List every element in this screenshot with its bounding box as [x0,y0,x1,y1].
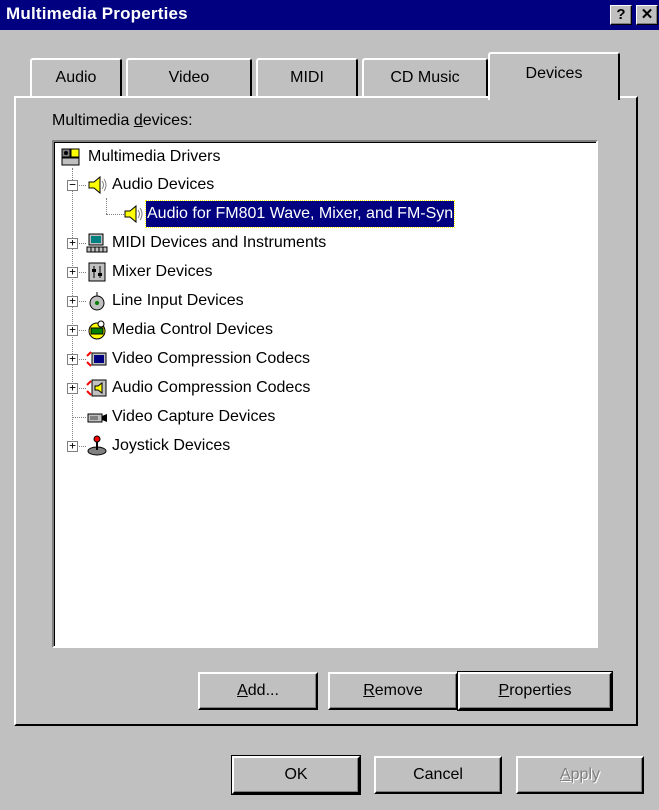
help-button[interactable]: ? [610,5,632,25]
device-tree[interactable]: Multimedia Drivers − Audio Devices Audio… [52,140,598,648]
tree-node-audio-devices[interactable]: − Audio Devices [54,172,574,198]
speaker-icon [88,175,107,195]
title-bar[interactable]: Multimedia Properties ? ✕ [0,0,659,30]
tree-node-mixer[interactable]: + Mixer Devices [54,259,574,285]
tab-midi-label: MIDI [290,69,324,86]
tree-node-audio-fm801[interactable]: Audio for FM801 Wave, Mixer, and FM-Syn [54,200,594,228]
tree-item-label: Video Capture Devices [112,408,276,425]
speaker-icon [124,204,143,224]
expand-toggle[interactable]: + [67,382,78,394]
tab-devices[interactable]: Devices [488,52,620,100]
tree-node-video-capture[interactable]: Video Capture Devices [54,404,574,430]
tree-item-label: Audio Compression Codecs [112,379,311,396]
expand-toggle[interactable]: + [67,266,78,278]
remove-button[interactable]: Remove [328,672,458,710]
media-control-icon [88,320,106,340]
tree-root-label: Multimedia Drivers [88,148,221,165]
add-button[interactable]: Add... [198,672,318,710]
devices-panel: Multimedia devices: Multimedia Drivers − [14,96,638,726]
expand-toggle[interactable]: + [67,440,78,452]
close-icon: ✕ [640,6,654,23]
expand-toggle[interactable]: + [67,324,78,336]
tree-item-label: Audio Devices [112,176,215,193]
tree-item-label: Media Control Devices [112,321,273,338]
tree-node-video-codecs[interactable]: + Video Compression Codecs [54,346,574,372]
midi-computer-icon [86,233,108,253]
tree-item-label: Video Compression Codecs [112,350,311,367]
tab-video[interactable]: Video [126,58,252,98]
apply-button[interactable]: Apply [516,756,644,794]
tab-video-label: Video [168,69,210,86]
ok-button[interactable]: OK [231,755,361,795]
tree-item-label: Line Input Devices [112,292,244,309]
tree-item-label: Joystick Devices [112,437,231,454]
properties-button[interactable]: Properties [457,671,613,711]
mixer-icon [88,262,106,282]
tab-cd-music[interactable]: CD Music [362,58,488,98]
tab-audio[interactable]: Audio [30,58,122,98]
tree-item-label-selected: Audio for FM801 Wave, Mixer, and FM-Syn [144,200,456,228]
multimedia-drivers-icon [61,148,80,166]
video-codec-icon [86,351,107,367]
collapse-toggle[interactable]: − [67,179,78,191]
video-capture-icon [87,413,107,423]
tree-node-media-control[interactable]: + Media Control Devices [54,317,574,343]
tree-item-label: MIDI Devices and Instruments [112,234,327,251]
tree-node-joystick[interactable]: + Joystick Devices [54,433,574,459]
tab-audio-label: Audio [55,69,97,86]
tab-midi[interactable]: MIDI [256,58,358,98]
expand-toggle[interactable]: + [67,353,78,365]
audio-codec-icon [86,379,107,397]
help-icon: ? [616,6,626,23]
cancel-button[interactable]: Cancel [374,756,502,794]
tab-devices-label: Devices [525,65,583,82]
window-title: Multimedia Properties [6,4,188,23]
tree-node-midi[interactable]: + MIDI Devices and Instruments [54,230,574,256]
line-input-icon [89,292,105,311]
expand-toggle[interactable]: + [67,237,78,249]
joystick-icon [87,435,107,456]
expand-toggle[interactable]: + [67,295,78,307]
tab-cd-music-label: CD Music [390,69,460,86]
tree-node-audio-codecs[interactable]: + Audio Compression Codecs [54,375,574,401]
tree-node-line-input[interactable]: + Line Input Devices [54,288,574,314]
tree-item-label: Mixer Devices [112,263,213,280]
tree-node-root[interactable]: Multimedia Drivers [54,144,574,170]
multimedia-devices-label: Multimedia devices: [52,112,193,129]
close-button[interactable]: ✕ [636,5,658,25]
